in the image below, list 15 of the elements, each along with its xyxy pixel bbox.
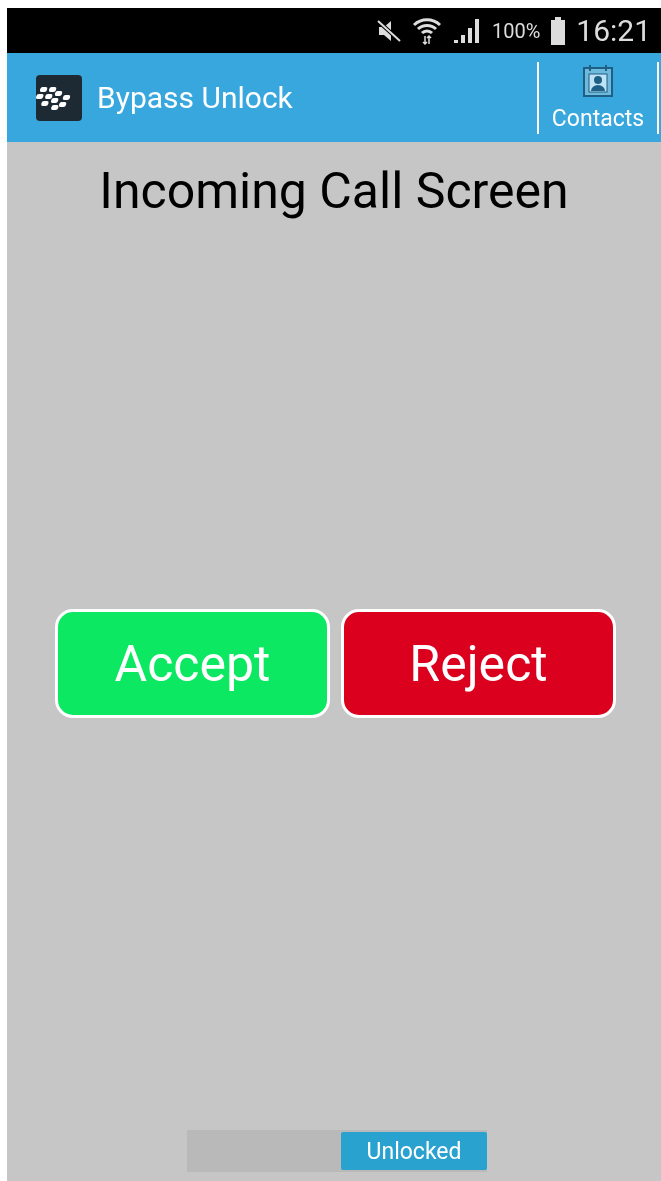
mute-icon xyxy=(375,18,402,43)
wifi-icon xyxy=(411,15,442,46)
battery-percent: 100% xyxy=(491,18,541,43)
contacts-button[interactable]: Contacts xyxy=(537,61,659,134)
signal-icon xyxy=(451,16,482,45)
app-logo-icon xyxy=(36,74,82,121)
switch-knob[interactable]: Unlocked xyxy=(341,1132,487,1170)
contact-card-icon xyxy=(581,62,615,99)
accept-button[interactable]: Accept xyxy=(55,609,330,718)
clock: 16:21 xyxy=(576,13,651,48)
screen-heading: Incoming Call Screen xyxy=(98,162,570,220)
lock-switch[interactable]: Unlocked xyxy=(187,1130,487,1172)
reject-button[interactable]: Reject xyxy=(341,609,616,718)
battery-icon xyxy=(550,16,567,45)
app-title: Bypass Unlock xyxy=(97,80,294,115)
